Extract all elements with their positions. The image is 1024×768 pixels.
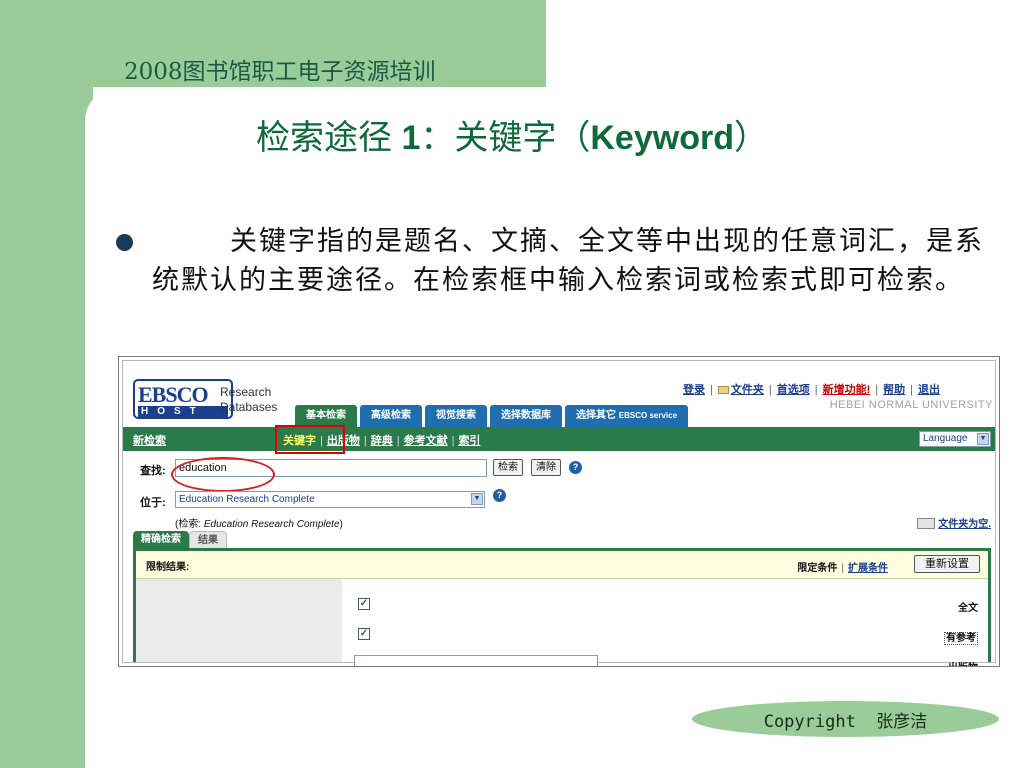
folder-status[interactable]: 文件夹为空. [917,515,991,530]
database-value: Education Research Complete [179,494,315,505]
top-links: 登录 | 文件夹 | 首选项 | 新增功能! | 帮助 | 退出 [683,384,940,396]
in-label: 位于: [140,497,166,509]
limit-panel: 限制结果: 限定条件|扩展条件 重新设置 全文 有参考 出版物 ✓ ✓ [133,548,991,666]
main-tabs: 基本检索 高级检索 视觉搜索 选择数据库 选择其它 EBSCO service [295,405,689,427]
bullet-body: 关键字指的是题名、文摘、全文等中出现的任意词汇，是系统默认的主要途径。在检索框中… [152,226,984,296]
searching-db-note: (检索: Education Research Complete) [175,515,343,530]
references-label-text: 有参考 [944,632,978,645]
title-number: 1 [392,119,421,157]
language-select[interactable]: Language ▼ [919,431,991,447]
references-checkbox[interactable]: ✓ [358,628,370,640]
ebsco-logo: EBSCO HOST [133,379,233,419]
folder-icon [917,518,936,529]
refine-tabs: 精确检索 结果 [133,531,227,548]
database-select[interactable]: Education Research Complete ▼ [175,491,485,508]
fulltext-label: 全文 [958,603,978,614]
searching-db: Education Research Complete [203,519,340,530]
folder-status-label: 文件夹为空. [938,519,991,530]
find-label: 查找: [140,465,166,477]
language-value: Language [923,433,968,444]
limiters-label: 限定条件 [797,563,838,574]
chevron-down-icon: ▼ [977,433,989,445]
search-button[interactable]: 检索 [493,459,523,476]
help-icon[interactable]: ? [493,489,506,502]
login-link[interactable]: 登录 [683,384,705,396]
new-features-link[interactable]: 新增功能! [823,384,871,396]
tab-other-services[interactable]: 选择其它 EBSCO service [565,405,689,427]
search-nav-bar: 新检索 关键字 | 出版物 | 辞典 | 参考文献 | 索引 Language ▼ [123,427,995,451]
keyword-highlight-box [275,425,345,454]
slide-title: 检索途径 1：关键字（Keyword） [0,110,1024,159]
folder-link[interactable]: 文件夹 [731,384,764,396]
tab-other-label: 选择其它 [576,410,616,421]
limit-label-column [136,579,342,662]
logo-databases: Databases [220,400,278,414]
tab-basic-search[interactable]: 基本检索 [295,405,357,427]
course-title: 2008图书馆职工电子资源培训 [124,59,436,85]
folder-icon [717,386,729,394]
copyright-badge: Copyright 张彦洁 [692,701,999,737]
help-icon[interactable]: ? [569,461,582,474]
subnav-dictionary[interactable]: 辞典 [371,435,393,447]
chevron-down-icon: ▼ [471,493,483,505]
expanders-link[interactable]: 扩展条件 [848,563,888,574]
new-search-link[interactable]: 新检索 [133,432,166,448]
logo-main: EBSCO [138,382,209,407]
searching-suffix: ) [339,519,343,530]
searching-prefix: (检索: [175,519,204,530]
tab-visual-search[interactable]: 视觉搜索 [425,405,487,427]
limit-header: 限制结果: 限定条件 | 扩展条件 重新设置 [136,551,988,579]
search-highlight-ellipse [171,457,275,492]
bullet-icon [116,234,133,251]
tab-choose-databases[interactable]: 选择数据库 [490,405,562,427]
publication-label: 出版物 [782,659,988,666]
tab-other-small: EBSCO service [618,411,678,420]
clear-button[interactable]: 清除 [531,459,561,476]
tab-refine-search[interactable]: 精确检索 [133,531,189,548]
tab-results[interactable]: 结果 [189,531,227,548]
title-keyword: Keyword [590,119,734,157]
title-close: ） [733,118,768,158]
university-name: HEBEI NORMAL UNIVERSITY [829,399,993,411]
subnav-index[interactable]: 索引 [458,435,480,447]
references-label: 有参考 [782,629,988,645]
logo-research: Research [220,385,272,399]
title-colon: ：关键字（ [420,118,591,158]
limit-title: 限制结果: [146,562,190,573]
subnav-references[interactable]: 参考文献 [404,435,448,447]
exit-link[interactable]: 退出 [918,384,940,396]
ebsco-screenshot: EBSCO HOST Research Databases 登录 | 文件夹 | 首选项… [118,356,1000,667]
preferences-link[interactable]: 首选项 [777,384,810,396]
reset-button[interactable]: 重新设置 [914,555,980,573]
logo-subtitle: Research Databases [220,385,277,415]
ebsco-page: EBSCO HOST Research Databases 登录 | 文件夹 | 首选项… [122,360,996,666]
bullet-text: 关键字指的是题名、文摘、全文等中出现的任意词汇，是系统默认的主要途径。在检索框中… [152,222,997,300]
limit-links: 限定条件 | 扩展条件 [797,563,888,574]
fulltext-checkbox[interactable]: ✓ [358,598,370,610]
logo-host: HOST [138,406,228,417]
help-link[interactable]: 帮助 [883,384,905,396]
title-prefix: 检索途径 [256,118,393,158]
publication-input[interactable] [354,655,598,666]
tab-advanced-search[interactable]: 高级检索 [360,405,422,427]
